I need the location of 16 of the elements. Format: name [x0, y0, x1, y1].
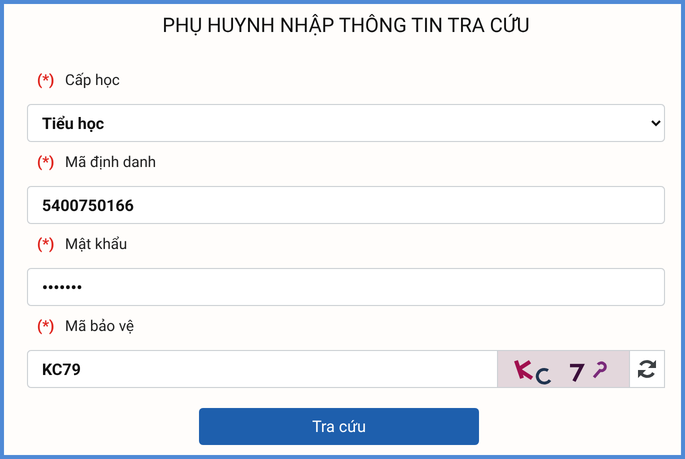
- required-mark: (*): [37, 235, 56, 253]
- input-field[interactable]: •••••••: [27, 268, 665, 306]
- required-mark: (*): [37, 71, 56, 89]
- form-title: PHỤ HUYNH NHẬP THÔNG TIN TRA CỨU: [161, 12, 531, 39]
- field-label: Cấp học: [65, 71, 120, 89]
- field-label: Mật khẩu: [65, 235, 128, 253]
- field-label: Mã định danh: [65, 153, 156, 171]
- refresh-button[interactable]: [629, 350, 665, 388]
- input-field[interactable]: KC79: [27, 350, 498, 388]
- select-field[interactable]: Tiểu học: [27, 104, 665, 142]
- required-mark: (*): [37, 153, 56, 171]
- field-label: Mã bảo vệ: [65, 317, 134, 335]
- input-field[interactable]: 5400750166: [27, 186, 665, 224]
- refresh-icon: [635, 357, 659, 381]
- submit-button[interactable]: Tra cứu: [199, 408, 479, 445]
- required-mark: (*): [37, 317, 56, 335]
